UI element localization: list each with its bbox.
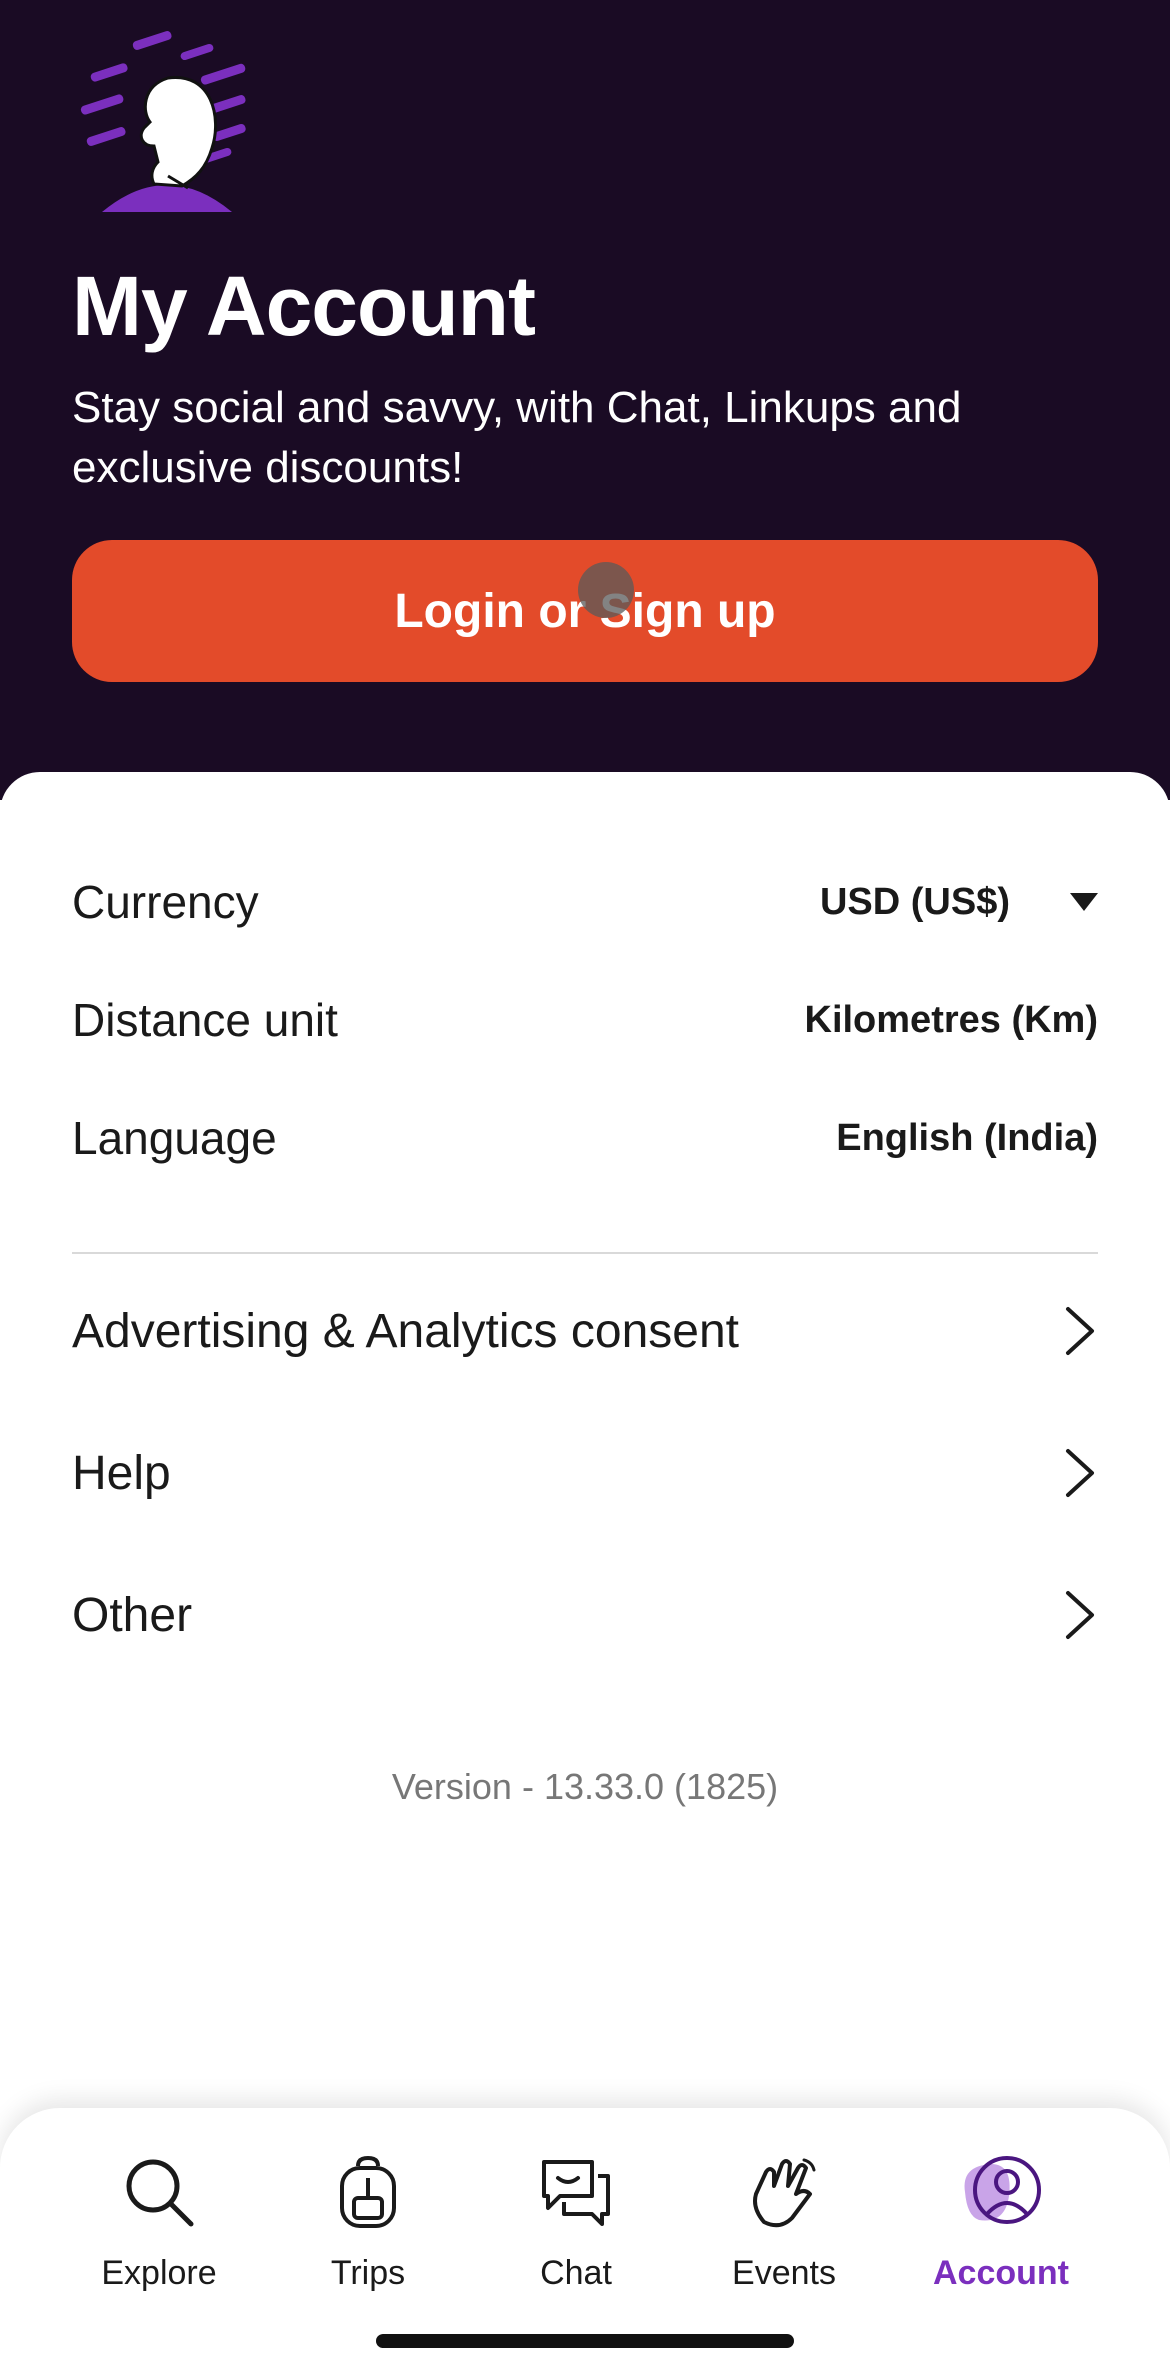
currency-value: USD (US$) [819, 880, 1010, 923]
chevron-right-icon [1066, 1591, 1094, 1639]
other-link[interactable]: Other [72, 1560, 1098, 1670]
page-title: My Account [72, 259, 536, 353]
advertising-analytics-consent-link[interactable]: Advertising & Analytics consent [72, 1276, 1098, 1386]
tab-trips[interactable]: Trips [268, 2152, 468, 2322]
chevron-right-icon [1066, 1307, 1094, 1355]
tab-events[interactable]: Events [684, 2152, 884, 2322]
tab-account-label: Account [933, 2254, 1069, 2292]
profile-avatar-illustration [80, 31, 246, 212]
tab-chat[interactable]: Chat [476, 2152, 676, 2322]
touch-indicator [578, 562, 634, 618]
language-row[interactable]: Language English (India) [72, 1088, 1098, 1188]
currency-select[interactable]: USD (US$) [820, 881, 1098, 924]
tab-account[interactable]: Account [901, 2152, 1101, 2322]
page-subtitle: Stay social and savvy, with Chat, Linkup… [72, 383, 962, 492]
home-indicator [376, 2334, 794, 2348]
login-signup-button[interactable]: Login or Sign up [72, 540, 1098, 682]
help-link[interactable]: Help [72, 1418, 1098, 1528]
section-divider [72, 1252, 1098, 1254]
account-icon [964, 2156, 1041, 2224]
help-label: Help [72, 1446, 171, 1500]
language-label: Language [72, 1112, 277, 1164]
tab-explore-label: Explore [101, 2254, 217, 2292]
distance-unit-label: Distance unit [72, 994, 338, 1046]
distance-unit-row[interactable]: Distance unit Kilometres (Km) [72, 970, 1098, 1070]
chat-icon [542, 2160, 610, 2226]
tab-events-label: Events [732, 2254, 836, 2292]
chevron-right-icon [1066, 1449, 1094, 1497]
search-icon [126, 2159, 194, 2227]
other-label: Other [72, 1588, 193, 1642]
waving-hands-icon [753, 2158, 816, 2228]
currency-label: Currency [72, 876, 259, 928]
distance-unit-value[interactable]: Kilometres (Km) [805, 999, 1099, 1042]
account-header: My Account Stay social and savvy, with C… [0, 0, 1170, 800]
tab-trips-label: Trips [330, 2254, 406, 2292]
currency-row[interactable]: Currency USD (US$) [72, 852, 1098, 952]
tab-explore[interactable]: Explore [59, 2152, 259, 2322]
caret-down-icon [1070, 893, 1098, 911]
app-version: Version - 13.33.0 (1825) [391, 1766, 779, 1807]
tab-chat-label: Chat [540, 2254, 612, 2292]
advertising-consent-label: Advertising & Analytics consent [72, 1304, 740, 1358]
backpack-icon [340, 2155, 396, 2228]
language-value[interactable]: English (India) [836, 1117, 1098, 1160]
